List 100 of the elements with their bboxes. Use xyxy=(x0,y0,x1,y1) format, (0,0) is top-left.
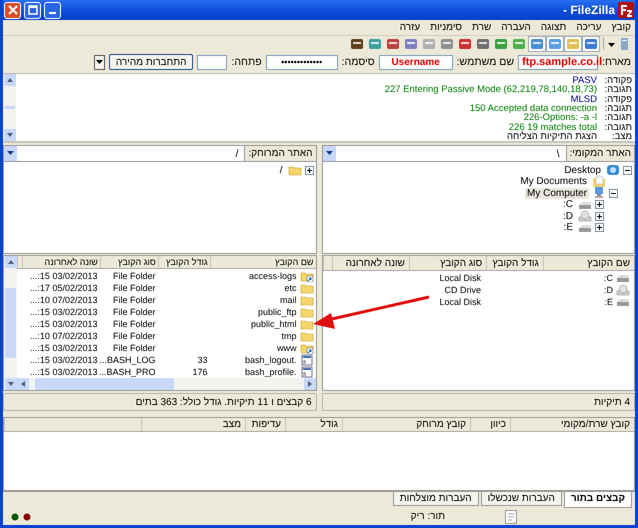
disk-icon xyxy=(616,272,630,284)
column-header[interactable]: שם הקובץ xyxy=(210,256,316,268)
modified-date: 07/02/2013 10:... xyxy=(30,295,98,306)
log-message: הצגת התיקיות הצליחה xyxy=(507,132,597,142)
quickconnect-button[interactable]: התחברות מהירה xyxy=(108,54,194,70)
tree-item[interactable]: E: xyxy=(562,222,575,234)
maximize-button[interactable] xyxy=(24,2,41,19)
documents-icon xyxy=(592,176,606,188)
file-name[interactable]: www xyxy=(277,343,296,354)
scroll-right-icon[interactable] xyxy=(304,378,316,390)
menu-item[interactable]: העברה xyxy=(501,22,531,33)
toolbar-icon[interactable] xyxy=(349,36,365,51)
log-label: תגובה: xyxy=(604,113,632,123)
scrollbar[interactable] xyxy=(17,378,316,390)
scroll-down-icon[interactable] xyxy=(4,129,16,142)
file-name[interactable]: etc xyxy=(284,283,296,294)
toolbar-icon[interactable] xyxy=(475,36,491,51)
file-type: File Folder xyxy=(112,283,156,294)
tree-item[interactable]: D: xyxy=(560,210,575,222)
status-text: 4 תיקיות xyxy=(594,396,630,408)
file-name[interactable]: .bash_logout xyxy=(244,355,296,366)
expand-icon[interactable] xyxy=(595,200,604,210)
file-name[interactable]: D: xyxy=(604,285,613,296)
close-button[interactable] xyxy=(4,2,21,19)
grip-icon xyxy=(505,510,517,524)
menu-item[interactable]: עריכה xyxy=(576,22,602,33)
tree-item[interactable]: / xyxy=(278,164,284,176)
scroll-up-icon[interactable] xyxy=(4,74,16,86)
column-header[interactable]: סוג הקובץ xyxy=(100,256,158,268)
file-name[interactable]: .bash_profile xyxy=(244,367,296,378)
minimize-icon xyxy=(49,12,56,14)
scroll-left-icon[interactable] xyxy=(17,378,29,390)
toolbar-icon[interactable] xyxy=(385,36,401,51)
column-header[interactable]: גודל xyxy=(285,418,342,432)
expand-icon[interactable] xyxy=(304,166,314,175)
file-name[interactable]: tmp xyxy=(281,331,296,342)
modified-date: 05/02/2013 17:... xyxy=(30,283,98,294)
tab[interactable]: קבצים בתור xyxy=(564,492,632,508)
file-name[interactable]: public_html xyxy=(250,319,296,330)
log-label: מצב: xyxy=(610,132,632,142)
tree-item[interactable]: My Computer xyxy=(524,188,589,199)
tree-item[interactable]: C: xyxy=(560,199,575,210)
port-field[interactable] xyxy=(197,54,228,70)
queue-status: תור: ריק xyxy=(410,511,445,522)
menu-item[interactable]: תצוגה xyxy=(540,22,566,33)
collapse-icon[interactable] xyxy=(609,188,618,198)
column-header[interactable]: עדיפות xyxy=(245,418,285,432)
column-header[interactable]: מצב xyxy=(141,418,245,432)
expand-icon[interactable] xyxy=(595,212,604,221)
password-field[interactable]: ••••••••••••• xyxy=(266,54,338,70)
column-header[interactable]: שונה לאחרונה xyxy=(332,256,409,270)
column-header[interactable]: שונה לאחרונה xyxy=(22,256,100,268)
tree-item[interactable]: My Documents xyxy=(518,176,589,188)
file-type: CD Drive xyxy=(444,285,481,296)
column-header[interactable]: גודל הקובץ xyxy=(158,256,210,268)
toolbar-icon[interactable] xyxy=(583,36,599,51)
menu-item[interactable]: סימניות xyxy=(430,22,462,33)
column-header[interactable]: גודל הקובץ xyxy=(486,256,543,270)
file-name[interactable]: C: xyxy=(604,273,613,284)
log-message: 226-Options: -a -l xyxy=(524,113,597,123)
expand-icon[interactable] xyxy=(595,223,604,232)
log-label: פקודה: xyxy=(603,76,632,86)
log-message: 150 Accepted data connection xyxy=(470,104,597,114)
collapse-icon[interactable] xyxy=(623,166,632,175)
column-header[interactable]: שם הקובץ xyxy=(542,256,634,270)
file-type: File Folder xyxy=(112,319,156,330)
tab[interactable]: העברות מוצלחות xyxy=(392,492,479,506)
column-header[interactable]: קובץ מרוחק xyxy=(342,418,470,432)
file-name[interactable]: access-logs xyxy=(248,271,296,282)
modified-date: 07/02/2013 10:... xyxy=(30,331,98,342)
modified-date: 03/02/2013 15:... xyxy=(30,367,98,378)
desktop-icon xyxy=(606,164,620,176)
menu-item[interactable]: עזרה xyxy=(400,22,420,33)
computer-icon xyxy=(592,187,606,200)
log-label: תגובה: xyxy=(604,104,632,114)
tab[interactable]: העברות שנכשלו xyxy=(480,492,562,506)
username-field[interactable]: Username xyxy=(378,54,453,70)
toolbar-icon[interactable] xyxy=(529,36,545,51)
file-name[interactable]: E: xyxy=(604,297,613,308)
scrollbar[interactable] xyxy=(4,256,17,390)
scrollbar[interactable] xyxy=(3,74,16,142)
tree-item[interactable]: Desktop xyxy=(562,164,603,176)
dropdown-button[interactable] xyxy=(94,54,105,70)
file-name[interactable]: public_ftp xyxy=(258,307,296,318)
column-header[interactable]: כיוון xyxy=(470,418,510,432)
scroll-up-icon[interactable] xyxy=(4,256,16,268)
disk-icon xyxy=(616,296,630,308)
menu-item[interactable]: קובץ xyxy=(611,22,631,33)
minimize-button[interactable] xyxy=(44,2,61,19)
toolbar-icon[interactable] xyxy=(457,36,473,51)
file-name[interactable]: mail xyxy=(280,295,296,306)
column-header[interactable]: סוג הקובץ xyxy=(408,256,486,270)
scroll-down-icon[interactable] xyxy=(4,378,16,390)
folder-shortcut-icon xyxy=(300,270,314,282)
log-message: PASV xyxy=(572,76,597,86)
column-header[interactable]: קובץ שרת/מקומי xyxy=(510,418,634,432)
menu-item[interactable]: שרת xyxy=(472,22,492,33)
file-type: File Folder xyxy=(112,271,156,282)
file-size: 176 xyxy=(192,367,208,378)
modified-date: 03/02/2013 15:... xyxy=(30,319,98,330)
